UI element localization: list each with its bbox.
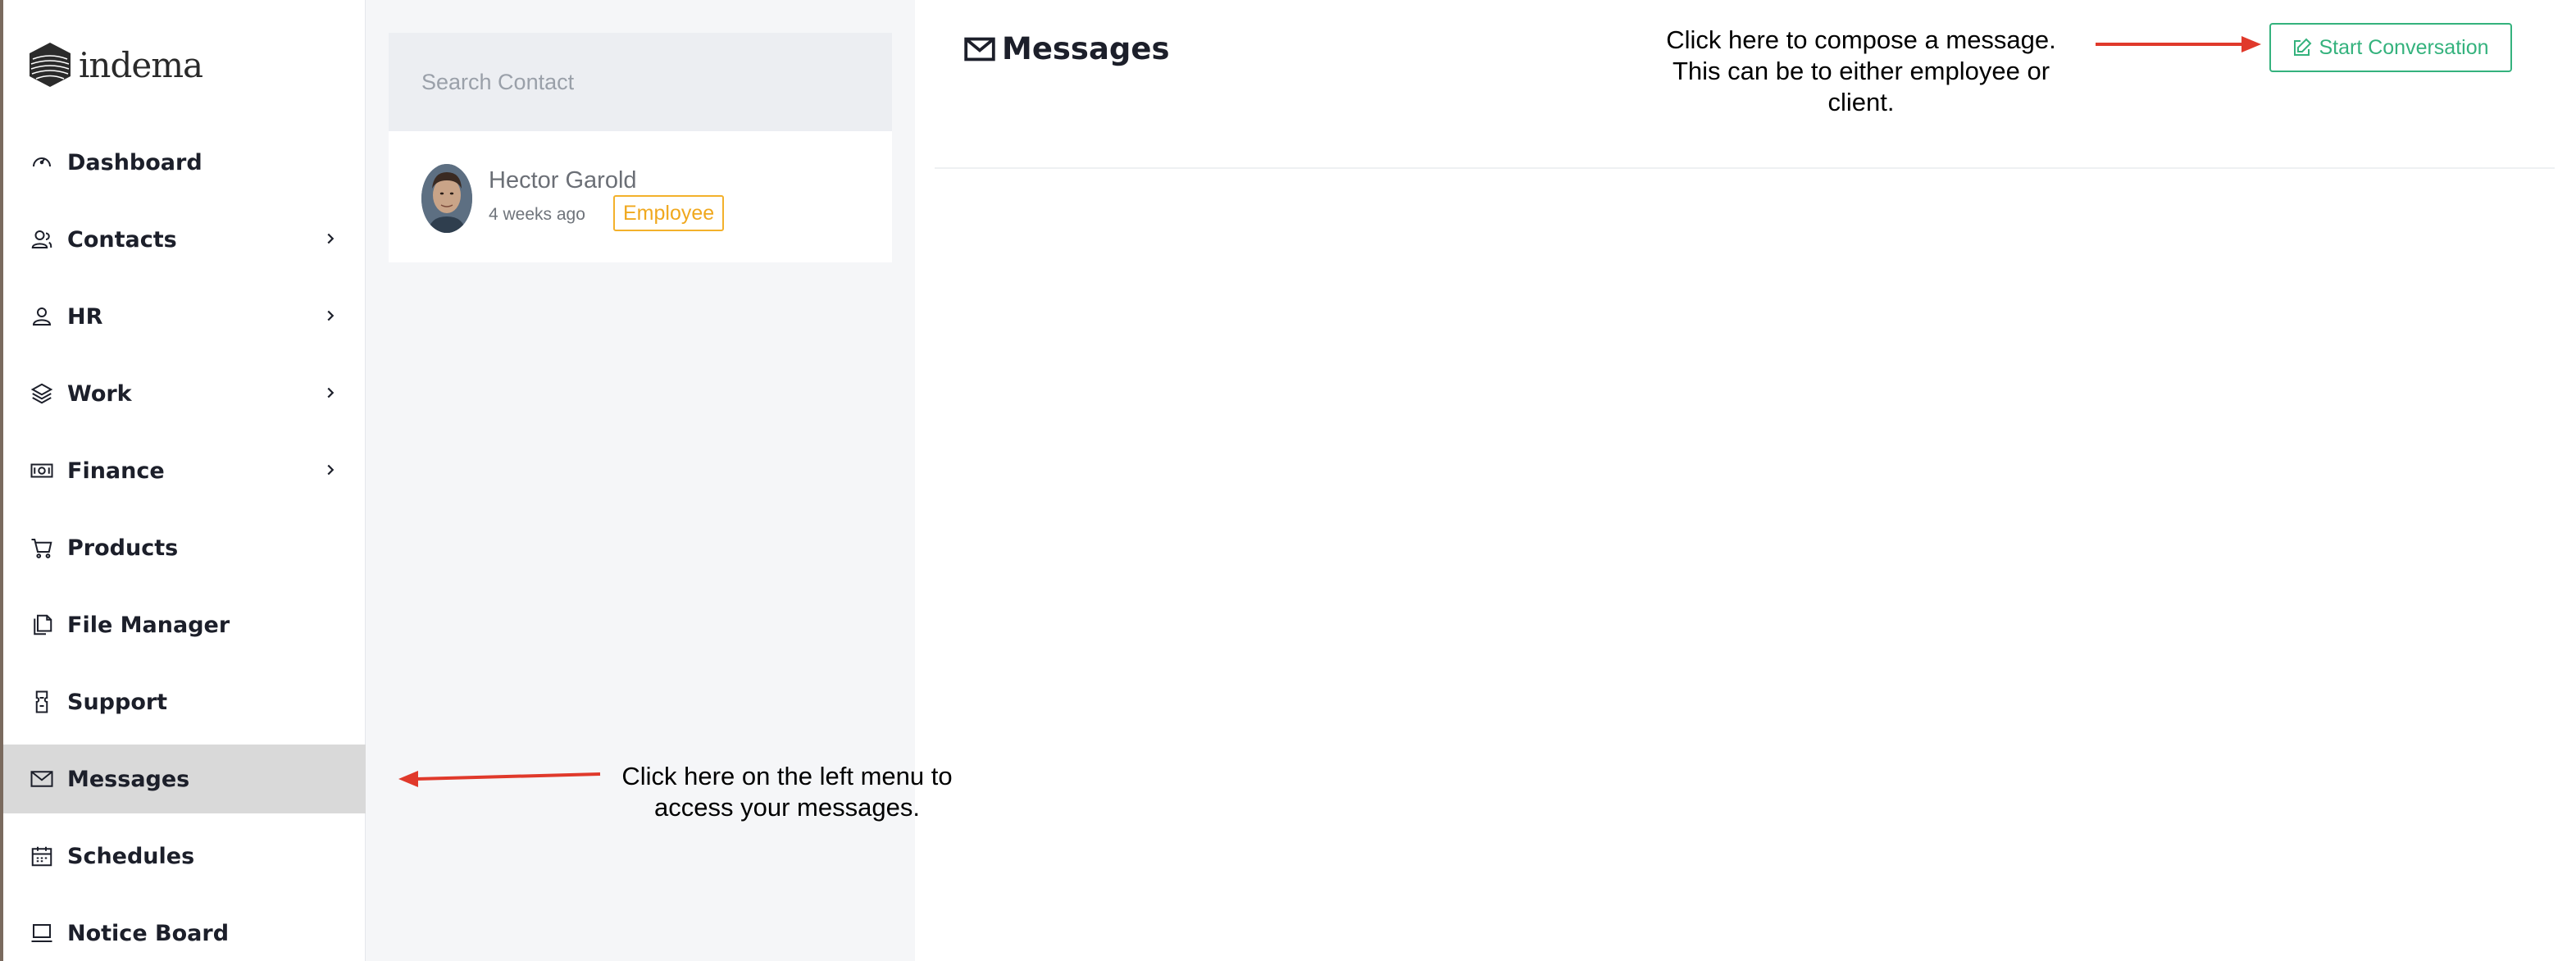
sidebar-item-label: Messages [67,766,190,792]
start-conversation-label: Start Conversation [2319,35,2489,59]
sidebar: indema Dashboard Contacts HR Work Financ… [3,0,366,961]
logo-icon [30,43,71,87]
sidebar-item-label: Work [67,380,132,407]
sidebar-item-hr[interactable]: HR [3,282,366,351]
chevron-right-icon [321,230,341,249]
sidebar-item-notice-board[interactable]: Notice Board [3,899,366,961]
contact-list-item[interactable]: Hector Garold 4 weeks ago Employee [389,131,892,262]
money-icon [28,457,56,485]
envelope-icon [964,37,995,61]
layers-icon [28,380,56,408]
sidebar-item-label: Support [67,689,168,715]
annotation-messages-menu: Click here on the left menu to access yo… [598,761,976,823]
annotation-line: Click here on the left menu to [621,762,953,790]
contact-role-badge: Employee [613,195,725,231]
files-icon [28,611,56,639]
sidebar-item-label: HR [67,303,103,330]
contacts-icon [28,225,56,253]
sidebar-item-label: Finance [67,458,165,484]
user-icon [28,303,56,330]
page-title-text: Messages [1002,31,1170,66]
sidebar-item-label: Schedules [67,843,195,869]
chevron-right-icon [321,307,341,326]
sidebar-item-contacts[interactable]: Contacts [3,205,366,274]
annotation-compose: Click here to compose a message. This ca… [1632,25,2091,118]
search-contact-input[interactable] [389,33,892,131]
sidebar-item-support[interactable]: Support [3,667,366,736]
sidebar-item-file-manager[interactable]: File Manager [3,590,366,659]
sidebar-item-dashboard[interactable]: Dashboard [3,128,366,197]
envelope-icon [28,765,56,793]
sidebar-item-products[interactable]: Products [3,513,366,582]
brand-name: indema [79,44,203,85]
calendar-icon [28,842,56,870]
sidebar-item-messages[interactable]: Messages [3,745,366,813]
sidebar-item-work[interactable]: Work [3,359,366,428]
contact-name: Hector Garold [489,167,637,194]
sidebar-item-label: Notice Board [67,920,230,946]
chevron-right-icon [321,384,341,403]
header-divider [935,167,2555,169]
messages-main: Messages Start Conversation [915,0,2576,961]
sidebar-item-label: File Manager [67,612,230,638]
annotation-line: Click here to compose a message. [1666,25,2056,54]
annotation-line: This can be to either employee or [1672,57,2050,85]
brand-logo[interactable]: indema [26,36,203,93]
cart-icon [28,534,56,562]
contact-timestamp: 4 weeks ago [489,205,585,224]
laptop-icon [28,919,56,947]
sidebar-item-schedules[interactable]: Schedules [3,822,366,890]
ticket-icon [28,688,56,716]
edit-icon [2294,38,2312,56]
avatar [421,164,472,233]
chevron-right-icon [321,461,341,480]
sidebar-item-finance[interactable]: Finance [3,436,366,505]
start-conversation-button[interactable]: Start Conversation [2269,23,2512,72]
sidebar-item-label: Products [67,535,179,561]
annotation-line: access your messages. [654,793,920,822]
dashboard-icon [28,148,56,176]
annotation-line: client. [1827,88,1895,116]
sidebar-item-label: Contacts [67,226,177,253]
page-title: Messages [964,31,1170,66]
sidebar-nav: Dashboard Contacts HR Work Finance Produ… [3,128,366,961]
sidebar-item-label: Dashboard [67,149,203,175]
